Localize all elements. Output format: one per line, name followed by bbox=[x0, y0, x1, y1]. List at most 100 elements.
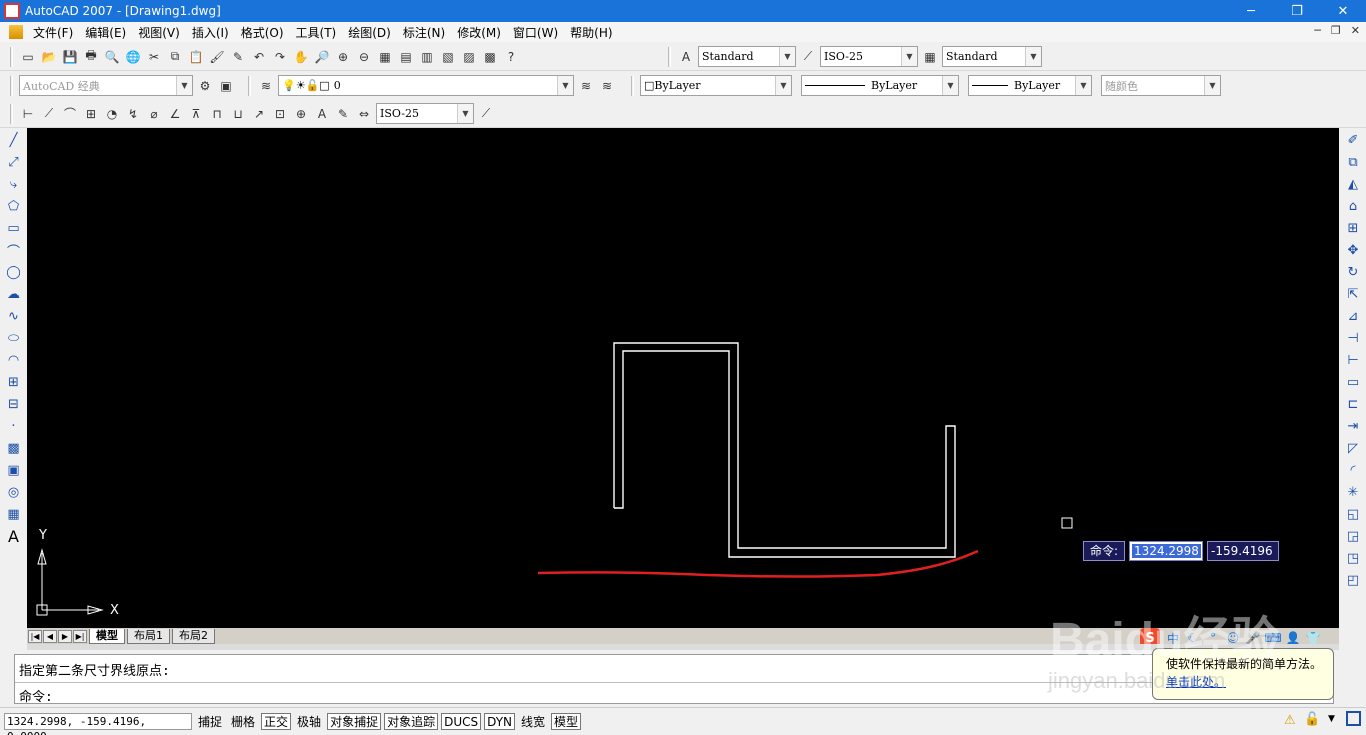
open-file-icon[interactable]: 📂 bbox=[40, 48, 58, 66]
toolbar-lock-icon[interactable]: 🔓 bbox=[1304, 712, 1320, 727]
dim-style-icon[interactable]: ⟋ bbox=[799, 48, 817, 66]
ordinate-dim-icon[interactable]: ⊞ bbox=[82, 105, 100, 123]
tab-layout1[interactable]: 布局1 bbox=[127, 628, 170, 644]
ellipse-arc-icon[interactable]: ◠ bbox=[3, 350, 25, 370]
polyline-icon[interactable]: ⤷ bbox=[3, 174, 25, 194]
mirror-icon[interactable]: ◭ bbox=[1342, 174, 1364, 194]
arc-icon[interactable]: ⌒ bbox=[3, 240, 25, 260]
tab-prev-icon[interactable]: ◀ bbox=[43, 629, 57, 643]
explode-icon[interactable]: ✳ bbox=[1342, 482, 1364, 502]
linear-dim-icon[interactable]: ⊢ bbox=[19, 105, 37, 123]
ime-skin-icon[interactable]: 👕 bbox=[1306, 631, 1321, 645]
plot-icon[interactable]: 🖶 bbox=[82, 48, 100, 66]
fillet-icon[interactable]: ◜ bbox=[1342, 460, 1364, 480]
linetype-select[interactable]: ByLayer ▼ bbox=[801, 75, 959, 96]
radius-dim-icon[interactable]: ◔ bbox=[103, 105, 121, 123]
center-mark-icon[interactable]: ⊕ bbox=[292, 105, 310, 123]
make-layer-current-icon[interactable]: ≋ bbox=[577, 77, 595, 95]
polygon-icon[interactable]: ⬠ bbox=[3, 196, 25, 216]
close-button[interactable]: ✕ bbox=[1320, 0, 1366, 22]
hatch-icon[interactable]: ▩ bbox=[3, 438, 25, 458]
rotate-icon[interactable]: ↻ bbox=[1342, 262, 1364, 282]
menu-draw[interactable]: 绘图(D) bbox=[342, 24, 397, 41]
extend-icon[interactable]: ⊢ bbox=[1342, 350, 1364, 370]
toolbar-grip[interactable] bbox=[10, 75, 13, 96]
doc-close-icon[interactable]: ✕ bbox=[1351, 24, 1360, 37]
point-icon[interactable]: · bbox=[3, 416, 25, 436]
workspace-save-icon[interactable]: ▣ bbox=[217, 77, 235, 95]
baseline-dim-icon[interactable]: ⊓ bbox=[208, 105, 226, 123]
calculator-icon[interactable]: ▩ bbox=[481, 48, 499, 66]
layer-manager-icon[interactable]: ≋ bbox=[257, 77, 275, 95]
menu-format[interactable]: 格式(O) bbox=[235, 24, 290, 41]
multiline-text-icon[interactable]: A bbox=[3, 526, 25, 546]
polar-toggle[interactable]: 极轴 bbox=[294, 713, 324, 730]
line-icon[interactable]: ╱ bbox=[3, 130, 25, 150]
lineweight-select[interactable]: ByLayer ▼ bbox=[968, 75, 1092, 96]
diameter-dim-icon[interactable]: ⌀ bbox=[145, 105, 163, 123]
color-select[interactable]: □ ByLayer ▼ bbox=[640, 75, 792, 96]
move-icon[interactable]: ✥ bbox=[1342, 240, 1364, 260]
save-icon[interactable]: 💾 bbox=[61, 48, 79, 66]
draworder-below-icon[interactable]: ◰ bbox=[1342, 570, 1364, 590]
toolbar-grip[interactable] bbox=[10, 46, 13, 67]
draworder-back-icon[interactable]: ◲ bbox=[1342, 526, 1364, 546]
help-icon[interactable]: ? bbox=[502, 48, 520, 66]
join-icon[interactable]: ⇥ bbox=[1342, 416, 1364, 436]
new-file-icon[interactable]: ▭ bbox=[19, 48, 37, 66]
copy-icon[interactable]: ⧉ bbox=[166, 48, 184, 66]
model-toggle[interactable]: 模型 bbox=[551, 713, 582, 730]
clean-screen-icon[interactable] bbox=[1346, 711, 1361, 726]
ortho-toggle[interactable]: 正交 bbox=[261, 713, 292, 730]
menu-insert[interactable]: 插入(I) bbox=[186, 24, 235, 41]
ime-user-icon[interactable]: 👤 bbox=[1286, 631, 1301, 645]
menu-dimension[interactable]: 标注(N) bbox=[397, 24, 451, 41]
osnap-toggle[interactable]: 对象捕捉 bbox=[327, 713, 382, 730]
dim-toolbar-style-select[interactable]: ISO-25 ▼ bbox=[376, 103, 474, 124]
dim-update-icon[interactable]: ⇔ bbox=[355, 105, 373, 123]
copy-object-icon[interactable]: ⧉ bbox=[1342, 152, 1364, 172]
pan-icon[interactable]: ✋ bbox=[292, 48, 310, 66]
dim-style-select[interactable]: ISO-25 ▼ bbox=[820, 46, 918, 67]
dim-text-edit-icon[interactable]: ✎ bbox=[334, 105, 352, 123]
arc-length-icon[interactable]: ⌒ bbox=[61, 105, 79, 123]
quick-dim-icon[interactable]: ⊼ bbox=[187, 105, 205, 123]
redo-icon[interactable]: ↷ bbox=[271, 48, 289, 66]
gradient-icon[interactable]: ▣ bbox=[3, 460, 25, 480]
make-block-icon[interactable]: ⊟ bbox=[3, 394, 25, 414]
undo-icon[interactable]: ↶ bbox=[250, 48, 268, 66]
construction-line-icon[interactable]: ⤢ bbox=[3, 152, 25, 172]
ducs-toggle[interactable]: DUCS bbox=[441, 713, 482, 730]
spline-icon[interactable]: ∿ bbox=[3, 306, 25, 326]
doc-restore-icon[interactable]: ❐ bbox=[1331, 24, 1341, 37]
chamfer-icon[interactable]: ◸ bbox=[1342, 438, 1364, 458]
table-style-select[interactable]: Standard ▼ bbox=[942, 46, 1042, 67]
rectangle-icon[interactable]: ▭ bbox=[3, 218, 25, 238]
menu-view[interactable]: 视图(V) bbox=[132, 24, 186, 41]
erase-icon[interactable]: ✐ bbox=[1342, 130, 1364, 150]
plot-style-select[interactable]: 随颜色 ▼ bbox=[1101, 75, 1221, 96]
properties-icon[interactable]: ▦ bbox=[376, 48, 394, 66]
tab-last-icon[interactable]: ▶| bbox=[73, 629, 87, 643]
zoom-realtime-icon[interactable]: 🔎 bbox=[313, 48, 331, 66]
quick-leader-icon[interactable]: ↗ bbox=[250, 105, 268, 123]
sheet-set-icon[interactable]: ▧ bbox=[439, 48, 457, 66]
dim-style-manager-icon[interactable]: ⟋ bbox=[477, 105, 495, 123]
zoom-previous-icon[interactable]: ⊖ bbox=[355, 48, 373, 66]
workspace-settings-icon[interactable]: ⚙ bbox=[196, 77, 214, 95]
toolbar-grip[interactable] bbox=[631, 75, 634, 96]
scale-icon[interactable]: ⇱ bbox=[1342, 284, 1364, 304]
paste-icon[interactable]: 📋 bbox=[187, 48, 205, 66]
zoom-window-icon[interactable]: ⊕ bbox=[334, 48, 352, 66]
jogged-dim-icon[interactable]: ↯ bbox=[124, 105, 142, 123]
command-prompt[interactable]: 命令: bbox=[19, 686, 53, 705]
layer-previous-icon[interactable]: ≋ bbox=[598, 77, 616, 95]
draworder-front-icon[interactable]: ◱ bbox=[1342, 504, 1364, 524]
draworder-above-icon[interactable]: ◳ bbox=[1342, 548, 1364, 568]
table-icon[interactable]: ▦ bbox=[3, 504, 25, 524]
toolbar-grip[interactable] bbox=[668, 46, 671, 67]
tab-layout2[interactable]: 布局2 bbox=[172, 628, 215, 644]
break-icon[interactable]: ⊏ bbox=[1342, 394, 1364, 414]
markup-icon[interactable]: ▨ bbox=[460, 48, 478, 66]
block-editor-icon[interactable]: ✎ bbox=[229, 48, 247, 66]
